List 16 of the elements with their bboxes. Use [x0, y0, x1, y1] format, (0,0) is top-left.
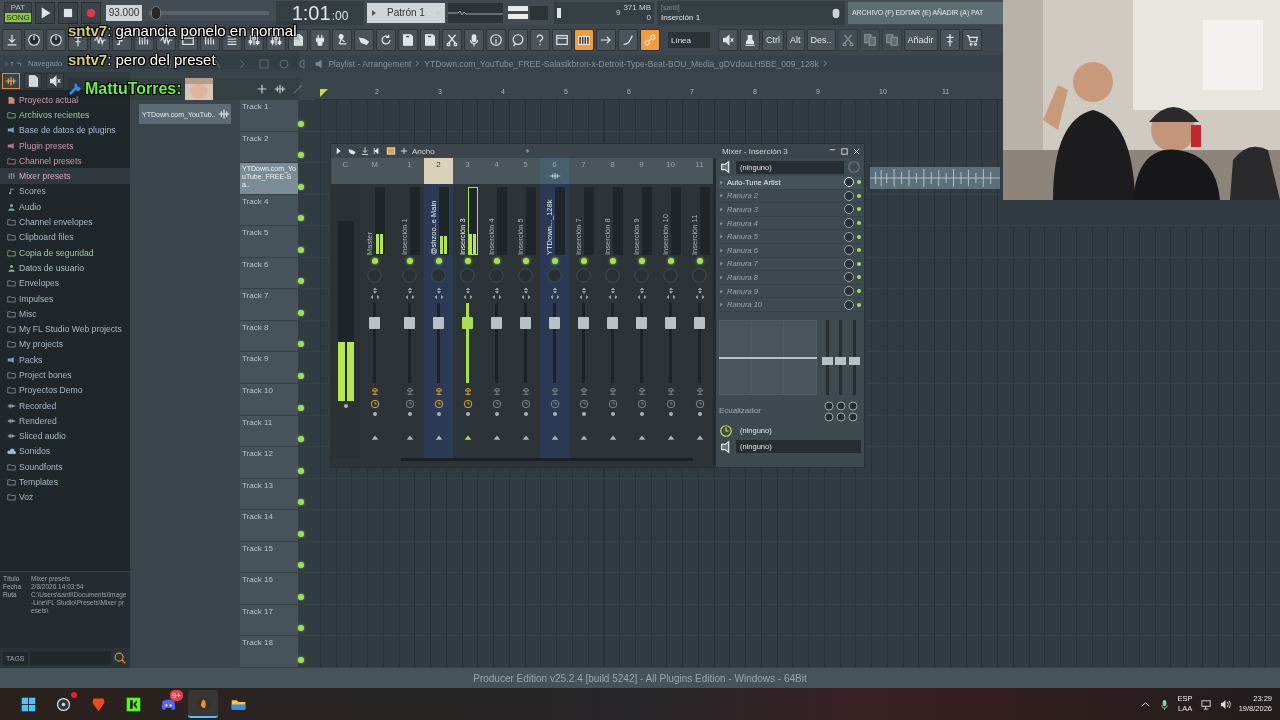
song-time: 1:01	[291, 1, 331, 24]
window-title: Mixer - Inserción 3	[722, 146, 789, 156]
version-text: Producer Edition v25.2.4 [build 5242] - All Plugins Edition - Windows - 64Bit	[473, 672, 807, 684]
polyphony-value: 0	[646, 12, 651, 23]
chat-message: sntv7: pero del preset	[68, 51, 216, 68]
chat-message: MattuTorres:	[85, 81, 182, 97]
notification-badge: 9+	[169, 690, 183, 701]
memory-value: 371 MB	[623, 2, 651, 13]
chat-message: sntv7: ganancia ponelo en normal	[68, 22, 297, 39]
hint-text: Inserción 1	[661, 12, 702, 23]
song-time-ticks: :00	[331, 7, 349, 24]
pattern-name: Patrón 1	[386, 7, 426, 18]
eq-label: Ecualizador	[719, 406, 761, 416]
playlist-title: Playlist - Arrangement	[328, 58, 412, 69]
playlist-file-title: YTDown.com_YouTube_FREE-Salastkbron-x-Detroit-Type-Beat-BOU_Media_gDVdouLH5BE_009_128k	[424, 58, 819, 69]
cpu-value: 9	[614, 8, 621, 17]
